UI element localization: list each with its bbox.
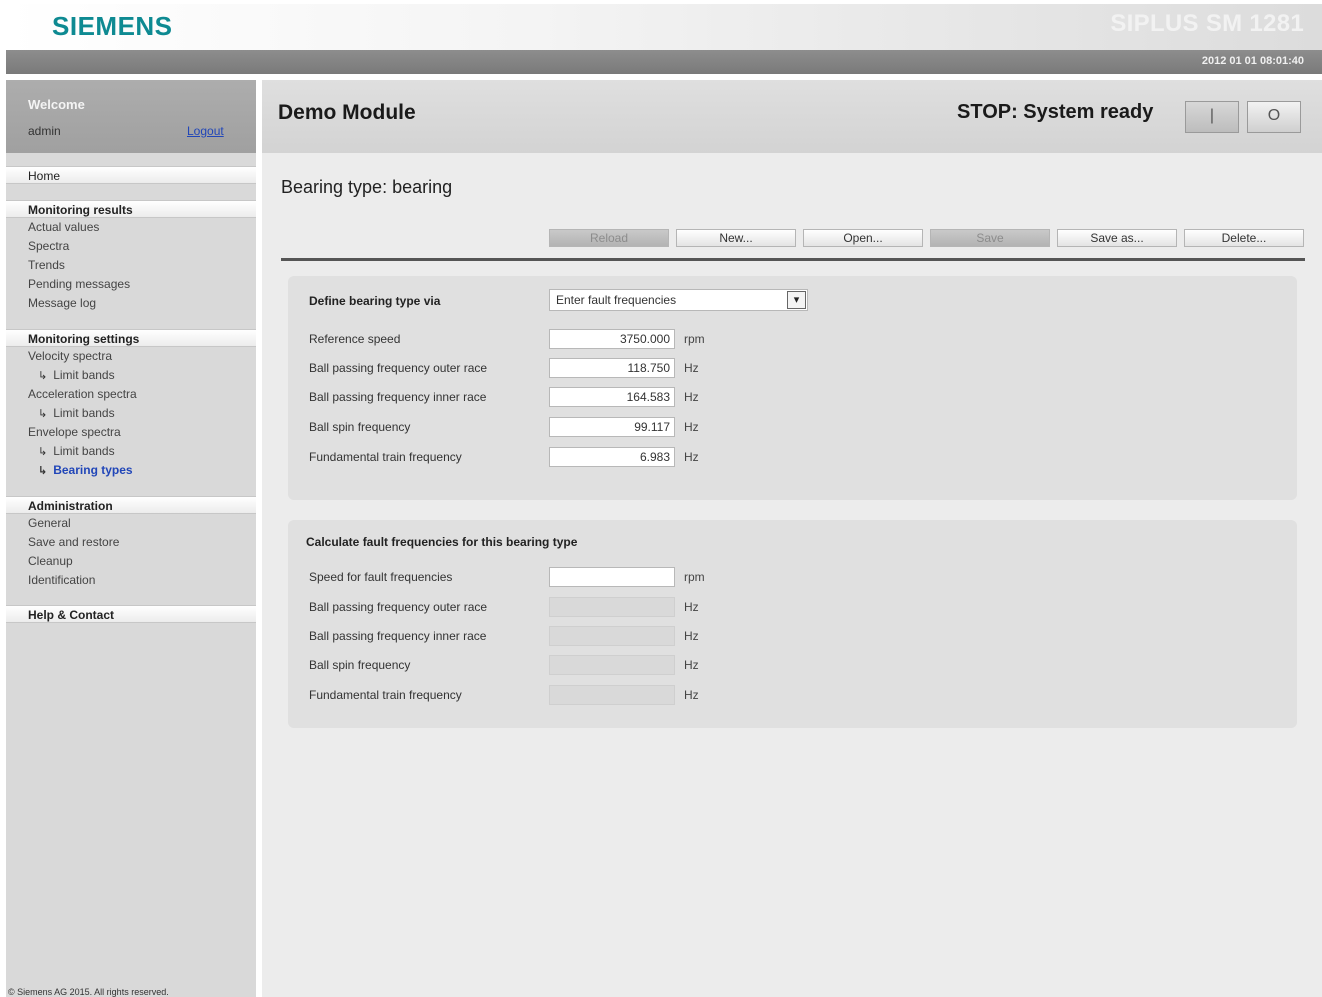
sidebar-heading-help-contact[interactable]: Help & Contact bbox=[6, 605, 256, 623]
user-box: Welcome admin Logout bbox=[6, 80, 256, 153]
sub-arrow-icon: ↳ bbox=[38, 446, 48, 458]
sidebar-item-cleanup[interactable]: Cleanup bbox=[6, 552, 256, 571]
sidebar-item-actual-values[interactable]: Actual values bbox=[6, 218, 256, 237]
unit-label: rpm bbox=[684, 570, 705, 584]
sidebar-item-home[interactable]: Home bbox=[6, 166, 256, 184]
calc-ftf-label: Fundamental train frequency bbox=[309, 688, 462, 702]
bpfi-input[interactable]: 164.583 bbox=[549, 387, 675, 407]
calculate-frequencies-panel: Calculate fault frequencies for this bea… bbox=[288, 520, 1297, 728]
calc-bsf-label: Ball spin frequency bbox=[309, 658, 411, 672]
save-as-button[interactable]: Save as... bbox=[1057, 229, 1177, 247]
siemens-logo: SIEMENS bbox=[52, 11, 173, 41]
main-content: Bearing type: bearing Reload New... Open… bbox=[262, 153, 1322, 997]
bpfo-label: Ball passing frequency outer race bbox=[309, 361, 488, 375]
ftf-input[interactable]: 6.983 bbox=[549, 447, 675, 467]
speed-for-fault-label: Speed for fault frequencies bbox=[309, 570, 453, 584]
unit-label: Hz bbox=[684, 361, 699, 375]
sidebar-item-velocity-limit-bands[interactable]: ↳ Limit bands bbox=[6, 366, 256, 385]
calc-bsf-output bbox=[549, 655, 675, 675]
sidebar-item-acceleration-limit-bands[interactable]: ↳ Limit bands bbox=[6, 404, 256, 423]
datetime: 2012 01 01 08:01:40 bbox=[1201, 55, 1304, 67]
speed-for-fault-input[interactable] bbox=[549, 567, 675, 587]
copyright: © Siemens AG 2015. All rights reserved. bbox=[8, 987, 169, 997]
sidebar-item-label: Limit bands bbox=[53, 368, 115, 382]
unit-label: rpm bbox=[684, 332, 705, 346]
toolbar: Reload New... Open... Save Save as... De… bbox=[549, 229, 1305, 247]
sidebar-item-velocity-spectra[interactable]: Velocity spectra bbox=[6, 347, 256, 366]
reference-speed-input[interactable]: 3750.000 bbox=[549, 329, 675, 349]
define-via-select[interactable]: Enter fault frequencies ▾ bbox=[549, 289, 808, 311]
sub-arrow-icon: ↳ bbox=[38, 465, 48, 477]
unit-label: Hz bbox=[684, 600, 699, 614]
nav-monitoring-settings: Monitoring settings Velocity spectra ↳ Li… bbox=[6, 329, 256, 480]
reference-speed-label: Reference speed bbox=[309, 332, 401, 346]
calc-bpfo-output bbox=[549, 597, 675, 617]
calculate-section-title: Calculate fault frequencies for this bea… bbox=[306, 535, 578, 549]
save-button[interactable]: Save bbox=[930, 229, 1050, 247]
define-via-label: Define bearing type via bbox=[309, 294, 441, 308]
start-icon: | bbox=[1209, 107, 1215, 124]
chevron-down-icon[interactable]: ▾ bbox=[787, 291, 806, 309]
calc-bpfo-label: Ball passing frequency outer race bbox=[309, 600, 488, 614]
sidebar-item-envelope-limit-bands[interactable]: ↳ Limit bands bbox=[6, 442, 256, 461]
logout-link[interactable]: Logout bbox=[187, 124, 224, 138]
unit-label: Hz bbox=[684, 688, 699, 702]
info-bar: 2012 01 01 08:01:40 bbox=[6, 50, 1322, 74]
nav-monitoring-results: Monitoring results Actual values Spectra… bbox=[6, 200, 256, 313]
sidebar-heading-monitoring-settings[interactable]: Monitoring settings bbox=[6, 329, 256, 347]
divider bbox=[281, 258, 1305, 261]
bsf-label: Ball spin frequency bbox=[309, 420, 411, 434]
username: admin bbox=[28, 124, 61, 138]
nav-help: Help & Contact bbox=[6, 605, 256, 623]
module-title: Demo Module bbox=[278, 101, 416, 124]
sidebar-item-envelope-spectra[interactable]: Envelope spectra bbox=[6, 423, 256, 442]
sidebar-item-label: Limit bands bbox=[53, 406, 115, 420]
system-status: STOP: System ready bbox=[957, 101, 1154, 123]
sub-arrow-icon: ↳ bbox=[38, 408, 48, 420]
bpfi-label: Ball passing frequency inner race bbox=[309, 390, 487, 404]
sidebar-heading-administration[interactable]: Administration bbox=[6, 496, 256, 514]
sidebar-item-bearing-types[interactable]: ↳ Bearing types bbox=[6, 461, 256, 480]
sidebar: Welcome admin Logout Home Monitoring res… bbox=[6, 80, 256, 997]
stop-icon: O bbox=[1267, 107, 1281, 124]
start-button[interactable]: | bbox=[1185, 101, 1239, 133]
sidebar-item-general[interactable]: General bbox=[6, 514, 256, 533]
define-bearing-panel: Define bearing type via Enter fault freq… bbox=[288, 276, 1297, 500]
ftf-label: Fundamental train frequency bbox=[309, 450, 462, 464]
select-value: Enter fault frequencies bbox=[556, 293, 677, 307]
nav-administration: Administration General Save and restore … bbox=[6, 496, 256, 590]
sidebar-heading-monitoring-results[interactable]: Monitoring results bbox=[6, 200, 256, 218]
unit-label: Hz bbox=[684, 658, 699, 672]
welcome-label: Welcome bbox=[28, 97, 85, 112]
reload-button[interactable]: Reload bbox=[549, 229, 669, 247]
top-header: SIEMENS SIPLUS SM 1281 bbox=[6, 4, 1322, 50]
calc-bpfi-output bbox=[549, 626, 675, 646]
unit-label: Hz bbox=[684, 390, 699, 404]
sidebar-item-label: Bearing types bbox=[53, 463, 133, 477]
open-button[interactable]: Open... bbox=[803, 229, 923, 247]
bsf-input[interactable]: 99.117 bbox=[549, 417, 675, 437]
unit-label: Hz bbox=[684, 420, 699, 434]
bpfo-input[interactable]: 118.750 bbox=[549, 358, 675, 378]
calc-bpfi-label: Ball passing frequency inner race bbox=[309, 629, 487, 643]
unit-label: Hz bbox=[684, 450, 699, 464]
sidebar-item-message-log[interactable]: Message log bbox=[6, 294, 256, 313]
sidebar-item-acceleration-spectra[interactable]: Acceleration spectra bbox=[6, 385, 256, 404]
nav-home-section: Home bbox=[6, 166, 256, 184]
sidebar-item-trends[interactable]: Trends bbox=[6, 256, 256, 275]
stop-button[interactable]: O bbox=[1247, 101, 1301, 133]
unit-label: Hz bbox=[684, 629, 699, 643]
sidebar-item-save-and-restore[interactable]: Save and restore bbox=[6, 533, 256, 552]
title-bar: Demo Module STOP: System ready | O bbox=[262, 80, 1322, 153]
product-name: SIPLUS SM 1281 bbox=[1110, 10, 1304, 37]
sidebar-item-label: Limit bands bbox=[53, 444, 115, 458]
calc-ftf-output bbox=[549, 685, 675, 705]
delete-button[interactable]: Delete... bbox=[1184, 229, 1304, 247]
page-title: Bearing type: bearing bbox=[281, 177, 453, 197]
sub-arrow-icon: ↳ bbox=[38, 370, 48, 382]
sidebar-item-identification[interactable]: Identification bbox=[6, 571, 256, 590]
sidebar-item-pending-messages[interactable]: Pending messages bbox=[6, 275, 256, 294]
sidebar-item-spectra[interactable]: Spectra bbox=[6, 237, 256, 256]
new-button[interactable]: New... bbox=[676, 229, 796, 247]
